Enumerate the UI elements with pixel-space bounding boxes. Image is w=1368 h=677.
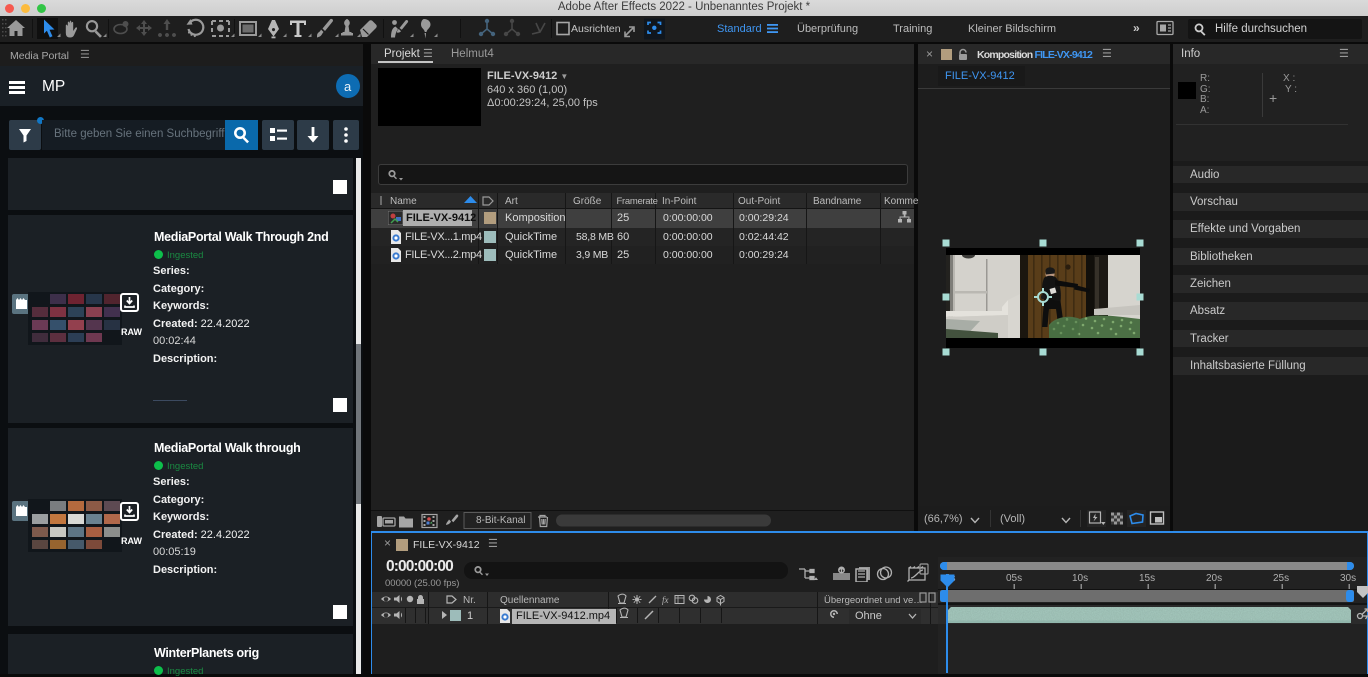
svg-text:fx: fx [662, 595, 669, 605]
